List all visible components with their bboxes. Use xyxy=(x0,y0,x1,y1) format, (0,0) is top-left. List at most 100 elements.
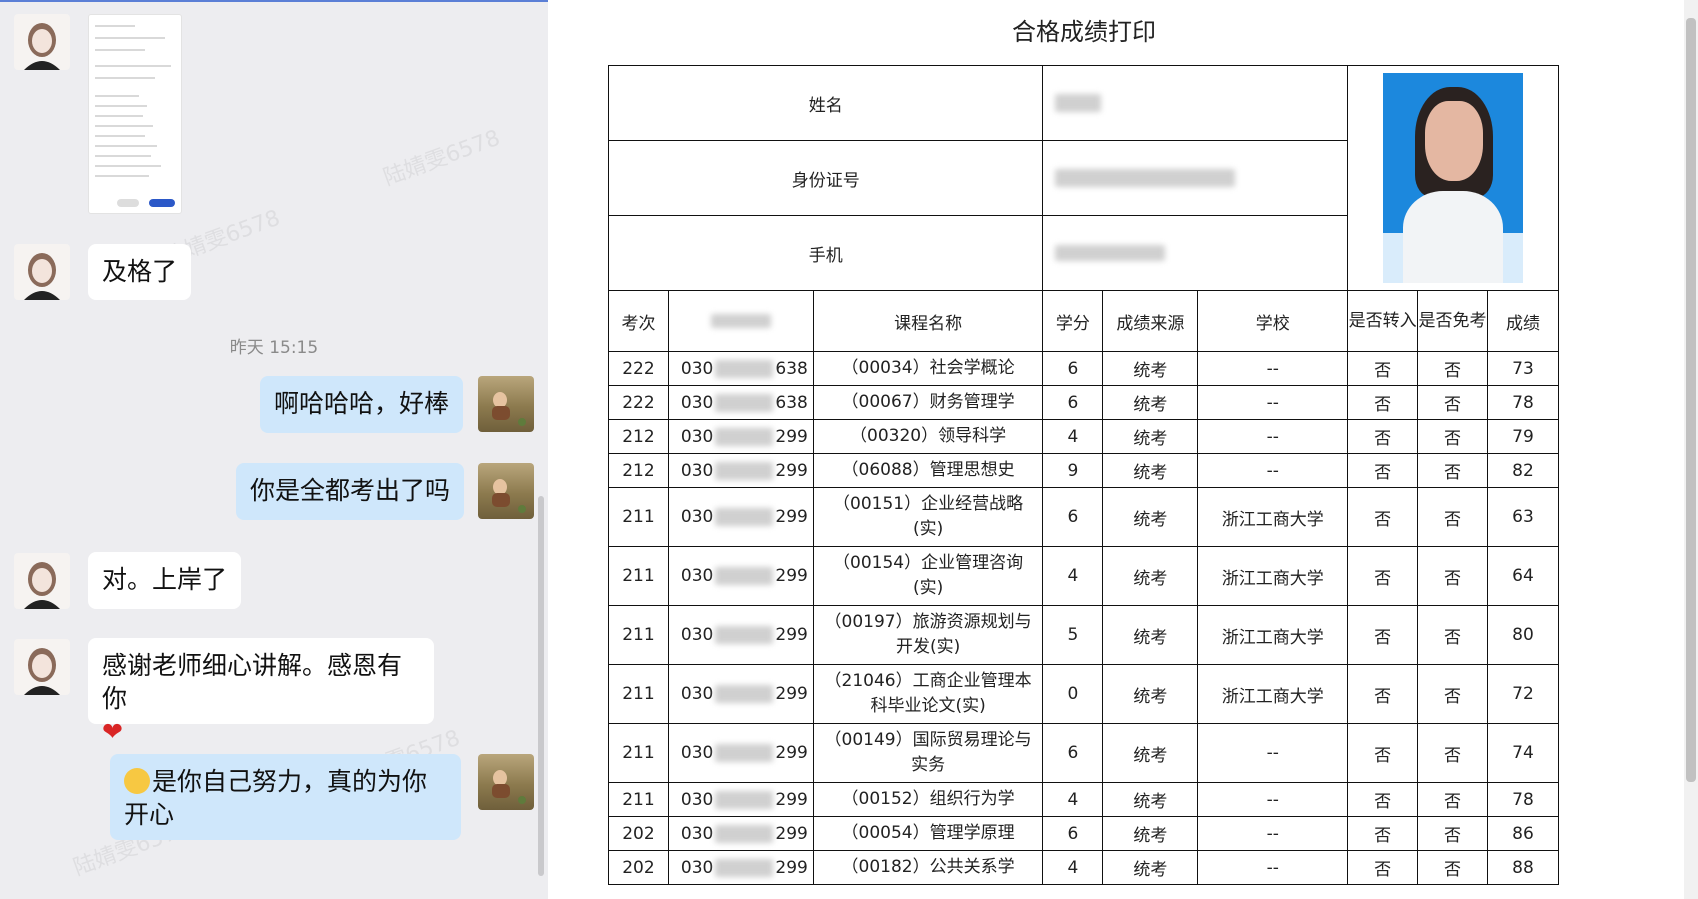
message-timestamp: 昨天 15:15 xyxy=(229,338,319,358)
message-bubble[interactable]: 你是全都考出了吗 xyxy=(236,463,465,520)
my-avatar[interactable] xyxy=(478,376,534,432)
ticket-redacted xyxy=(715,461,774,480)
credit-cell: 6 xyxy=(1042,723,1104,783)
school-cell: 浙江工商大学 xyxy=(1197,605,1349,665)
ticket-redacted xyxy=(715,685,774,703)
ticket-suffix: 299 xyxy=(775,857,808,878)
credit-cell: 6 xyxy=(1042,816,1104,851)
screenshot-thumbnail[interactable] xyxy=(88,14,182,214)
name-value-redacted xyxy=(1055,94,1102,112)
score-cell: 88 xyxy=(1487,850,1559,885)
table-row: 211 030 299 （00152）组织行为学 4 统考 -- 否否 78 xyxy=(608,782,1559,817)
course-cell: （21046）工商企业管理本科毕业论文(实) xyxy=(812,664,1044,724)
transfer-cell: 否 xyxy=(1347,723,1419,783)
ticket-prefix: 030 xyxy=(680,358,714,379)
exempt-cell: 否 xyxy=(1417,816,1488,851)
ticket-suffix: 299 xyxy=(775,823,808,844)
source-cell: 统考 xyxy=(1102,453,1199,488)
school-cell: -- xyxy=(1197,351,1349,386)
ticket-redacted xyxy=(715,626,774,644)
credit-cell: 9 xyxy=(1042,453,1104,488)
school-cell: -- xyxy=(1197,385,1349,420)
ticket-cell: 030 299 xyxy=(667,419,814,454)
score-table: 姓名 身份证号 手机 考次 课程名称 学分 成绩来源 学校 是否转入 是否免考 xyxy=(607,65,1559,885)
ticket-prefix: 030 xyxy=(680,743,714,763)
score-rows: 222 030 638 （00034）社会学概论 6 统考 -- 否否 73 222 030 638 （… xyxy=(608,351,1559,885)
message-bubble[interactable]: 对。上岸了 xyxy=(88,552,242,609)
ticket-prefix: 030 xyxy=(680,857,714,878)
message-text: 对。上岸了 xyxy=(102,565,228,594)
course-cell: （06088）管理思想史 xyxy=(812,453,1044,488)
contact-avatar[interactable] xyxy=(14,244,70,300)
ticket-cell: 030 638 xyxy=(667,385,814,420)
ticket-prefix: 030 xyxy=(680,392,714,413)
ticket-cell: 030 299 xyxy=(667,605,814,665)
ticket-cell: 030 299 xyxy=(667,723,814,783)
exempt-cell: 否 xyxy=(1417,546,1488,606)
contact-avatar[interactable] xyxy=(14,553,70,609)
school-cell: 浙江工商大学 xyxy=(1197,546,1349,606)
chat-panel: 陆婧雯6578 陆婧雯6578 陆婧雯6578 陆婧雯6578 及格了 昨天 1… xyxy=(0,0,548,899)
contact-avatar[interactable] xyxy=(14,639,70,695)
transfer-cell: 否 xyxy=(1347,605,1419,665)
session-cell: 202 xyxy=(608,816,669,851)
school-cell: -- xyxy=(1197,816,1349,851)
ticket-cell: 030 638 xyxy=(667,351,814,386)
ticket-redacted xyxy=(715,359,774,378)
ticket-redacted xyxy=(715,790,774,809)
my-avatar[interactable] xyxy=(478,754,534,810)
transfer-cell: 否 xyxy=(1347,487,1419,547)
session-cell: 212 xyxy=(608,453,669,488)
ticket-cell: 030 299 xyxy=(667,816,814,851)
message-bubble[interactable]: 啊哈哈哈，好棒 xyxy=(260,376,464,433)
session-cell: 211 xyxy=(608,782,669,817)
source-cell: 统考 xyxy=(1102,782,1199,817)
course-cell: （00151）企业经营战略(实) xyxy=(812,487,1044,547)
score-cell: 86 xyxy=(1487,816,1559,851)
message-bubble[interactable]: 感谢老师细心讲解。感恩有你 ❤ xyxy=(88,638,434,746)
table-row: 222 030 638 （00067）财务管理学 6 统考 -- 否否 78 xyxy=(608,385,1559,420)
source-cell: 统考 xyxy=(1102,351,1199,386)
session-cell: 211 xyxy=(608,605,669,665)
score-report-page: 合格成绩打印 姓名 身份证号 手机 考次 课程名称 学分 成绩来源 学校 是否转… xyxy=(548,0,1680,899)
session-cell: 211 xyxy=(608,664,669,724)
message-text: 感谢老师细心讲解。感恩有你 xyxy=(102,651,403,713)
ticket-redacted xyxy=(715,393,774,412)
chat-scrollbar[interactable] xyxy=(538,496,544,876)
credit-cell: 6 xyxy=(1042,385,1104,420)
score-cell: 80 xyxy=(1487,605,1559,665)
message-bubble[interactable]: 及格了 xyxy=(88,244,192,300)
table-row: 212 030 299 （00320）领导科学 4 统考 -- 否否 79 xyxy=(608,419,1559,454)
contact-avatar[interactable] xyxy=(14,14,70,70)
name-label-cell: 姓名 xyxy=(607,65,1044,141)
ticket-redacted xyxy=(715,567,774,585)
source-cell: 统考 xyxy=(1102,723,1199,783)
phone-redacted xyxy=(1055,245,1166,261)
ticket-prefix: 030 xyxy=(680,684,714,704)
score-cell: 63 xyxy=(1487,487,1559,547)
header-cell: 学校 xyxy=(1197,290,1349,352)
session-cell: 222 xyxy=(608,351,669,386)
scrollbar-thumb[interactable] xyxy=(1686,18,1696,782)
ticket-suffix: 299 xyxy=(775,426,808,447)
ticket-header-redacted xyxy=(710,314,771,328)
score-cell: 64 xyxy=(1487,546,1559,606)
header-cell: 课程名称 xyxy=(812,290,1044,352)
heart-emoji-icon: ❤ xyxy=(102,717,123,746)
page-title: 合格成绩打印 xyxy=(1012,18,1156,46)
ticket-redacted xyxy=(715,508,774,526)
session-cell: 211 xyxy=(608,723,669,783)
my-avatar[interactable] xyxy=(478,463,534,519)
credit-cell: 4 xyxy=(1042,419,1104,454)
exempt-cell: 否 xyxy=(1417,664,1488,724)
score-cell: 79 xyxy=(1487,419,1559,454)
ticket-prefix: 030 xyxy=(680,460,714,481)
ticket-cell: 030 299 xyxy=(667,664,814,724)
course-cell: （00320）领导科学 xyxy=(812,419,1044,454)
message-text: 是你自己努力，真的为你开心 xyxy=(124,767,428,829)
credit-cell: 6 xyxy=(1042,351,1104,386)
message-bubble[interactable]: 是你自己努力，真的为你开心 xyxy=(110,754,461,840)
page-scrollbar[interactable] xyxy=(1684,0,1698,899)
phone-label-cell: 手机 xyxy=(607,215,1044,291)
source-cell: 统考 xyxy=(1102,385,1199,420)
